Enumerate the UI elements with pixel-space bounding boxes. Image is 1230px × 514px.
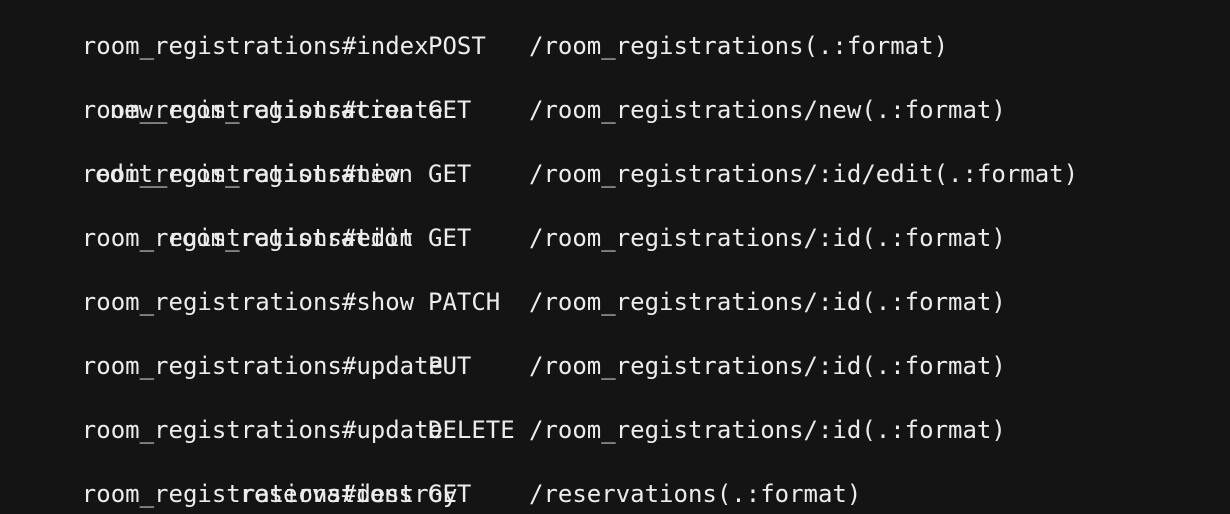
http-verb: PUT [428,352,472,380]
route-action-line: room_registrations#new [24,126,400,188]
http-verb: POST [428,32,486,60]
route-line: edit_room_registration GET/room_registrat… [24,158,1078,190]
route-action-line: room_registrations#update [24,318,443,380]
route-path: /room_registrations/:id(.:format) [529,288,1006,316]
route-line: POST/room_registrations(.:format) [24,30,948,62]
terminal-window[interactable]: room_registrations#index POST/room_regis… [0,0,1230,514]
route-name: reservations [239,480,413,508]
http-verb: GET [428,160,472,188]
http-verb: PATCH [428,288,501,316]
route-path: /room_registrations/:id(.:format) [529,224,1006,252]
http-verb: GET [428,224,472,252]
route-name: new_room_registration [109,96,413,124]
route-action-line: room_registrations#update [24,382,443,444]
route-line: PUT/room_registrations/:id(.:format) [24,350,1006,382]
route-action-line: room_registrations#edit [24,190,414,252]
route-line: reservations GET/reservations(.:format) [24,478,862,510]
route-action-line: room_registrations#show [24,254,414,316]
route-path: /room_registrations/:id/edit(.:format) [529,160,1079,188]
route-path: /room_registrations/new(.:format) [529,96,1006,124]
route-line: room_registration GET/room_registrations/… [24,222,1006,254]
route-line: DELETE/room_registrations/:id(.:format) [24,414,1006,446]
http-verb: GET [428,480,472,508]
route-line: PATCH/room_registrations/:id(.:format) [24,286,1006,318]
http-verb: GET [428,96,472,124]
route-path: /room_registrations/:id(.:format) [529,416,1006,444]
route-path: /reservations(.:format) [529,480,862,508]
route-action-line: room_registrations#create [24,62,443,124]
http-verb: DELETE [428,416,515,444]
route-action-line: room_registrations#index [24,0,429,60]
route-line: new_room_registration GET/room_registrati… [24,94,1006,126]
route-name: edit_room_registration [95,160,413,188]
route-action-line: room_registrations#destroy [24,446,458,508]
route-name: room_registration [167,224,413,252]
route-path: /room_registrations/:id(.:format) [529,352,1006,380]
route-path: /room_registrations(.:format) [529,32,949,60]
